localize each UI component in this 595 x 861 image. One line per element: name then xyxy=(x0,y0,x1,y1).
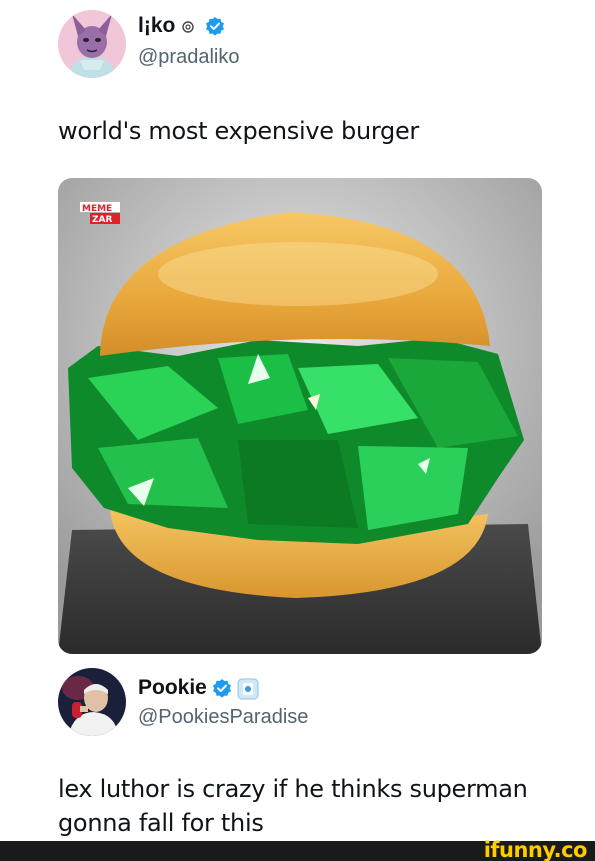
burger-image[interactable]: MEME ZAR xyxy=(58,178,542,654)
emerald-patty xyxy=(68,338,524,544)
ifunny-logo[interactable]: ifunny.co xyxy=(484,838,588,861)
handle[interactable]: @pradaliko xyxy=(138,46,239,69)
author-row: Pookie xyxy=(138,676,259,700)
verified-badge-icon[interactable] xyxy=(212,678,232,698)
affiliate-badge-icon[interactable] xyxy=(237,678,259,700)
avatar[interactable] xyxy=(58,10,126,78)
handle[interactable]: @PookiesParadise xyxy=(138,706,308,729)
author-row: l¡ko xyxy=(138,14,225,38)
verified-badge-icon[interactable] xyxy=(205,16,225,36)
display-name[interactable]: Pookie xyxy=(138,676,207,700)
display-name[interactable]: l¡ko xyxy=(138,14,175,38)
svg-text:MEME: MEME xyxy=(82,204,112,214)
spiral-emoji-icon xyxy=(180,16,200,36)
tweet-text: world's most expensive burger xyxy=(58,117,420,145)
avatar[interactable] xyxy=(58,668,126,736)
svg-text:ZAR: ZAR xyxy=(92,215,112,225)
tweet-text: lex luthor is crazy if he thinks superma… xyxy=(58,775,528,837)
